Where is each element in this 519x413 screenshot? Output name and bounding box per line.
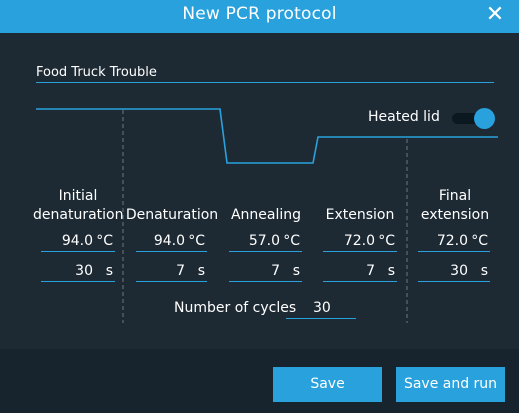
annealing-temperature-field[interactable]: 57.0 °C <box>229 231 302 252</box>
temperature-value: 72.0 <box>436 233 468 249</box>
final-extension-temperature-field[interactable]: 72.0 °C <box>418 231 490 252</box>
temperature-unit: °C <box>188 233 205 249</box>
step-header-line2: extension <box>420 207 490 223</box>
step-header-denaturation: Denaturation <box>124 206 220 225</box>
duration-value: 7 <box>271 263 280 279</box>
duration-value: 7 <box>366 263 375 279</box>
temperature-unit: °C <box>471 233 488 249</box>
step-header-final-extension: Final extension <box>418 187 492 225</box>
duration-unit: s <box>480 263 488 279</box>
step-header-line1: Final <box>438 188 472 204</box>
denaturation-duration-field[interactable]: 7 s <box>136 261 207 282</box>
initial-denaturation-duration-field[interactable]: 30 s <box>41 261 115 282</box>
step-header-line2: Denaturation <box>125 207 219 223</box>
duration-unit: s <box>197 263 205 279</box>
temperature-value: 57.0 <box>248 233 280 249</box>
temperature-unit: °C <box>283 233 300 249</box>
cycles-value: 30 <box>313 300 331 316</box>
temperature-value: 94.0 <box>153 233 185 249</box>
duration-unit: s <box>105 263 113 279</box>
step-header-line2: Extension <box>325 207 395 223</box>
heated-lid-toggle[interactable] <box>450 107 496 129</box>
denaturation-temperature-field[interactable]: 94.0 °C <box>136 231 207 252</box>
duration-value: 7 <box>176 263 185 279</box>
step-header-line2: Annealing <box>230 207 302 223</box>
temperature-value: 94.0 <box>61 233 93 249</box>
temperature-unit: °C <box>96 233 113 249</box>
temperature-value: 72.0 <box>343 233 375 249</box>
extension-duration-field[interactable]: 7 s <box>323 261 397 282</box>
final-extension-duration-field[interactable]: 30 s <box>418 261 490 282</box>
heated-lid-label: Heated lid <box>368 109 440 125</box>
duration-value: 30 <box>450 263 468 279</box>
extension-temperature-field[interactable]: 72.0 °C <box>323 231 397 252</box>
annealing-duration-field[interactable]: 7 s <box>229 261 302 282</box>
save-button[interactable]: Save <box>273 367 382 402</box>
step-header-annealing: Annealing <box>226 206 306 225</box>
duration-value: 30 <box>75 263 93 279</box>
step-header-initial-denaturation: Initial denaturation <box>33 187 123 225</box>
toggle-knob <box>474 108 495 129</box>
save-and-run-button[interactable]: Save and run <box>396 367 505 402</box>
step-header-line1: Initial <box>58 188 98 204</box>
duration-unit: s <box>387 263 395 279</box>
initial-denaturation-temperature-field[interactable]: 94.0 °C <box>41 231 115 252</box>
cycles-input[interactable]: 30 <box>286 298 356 319</box>
temperature-unit: °C <box>378 233 395 249</box>
duration-unit: s <box>292 263 300 279</box>
cycles-label: Number of cycles <box>174 300 297 316</box>
step-header-line2: denaturation <box>33 207 124 223</box>
temperature-profile-graph <box>36 108 498 323</box>
step-header-extension: Extension <box>318 206 402 225</box>
